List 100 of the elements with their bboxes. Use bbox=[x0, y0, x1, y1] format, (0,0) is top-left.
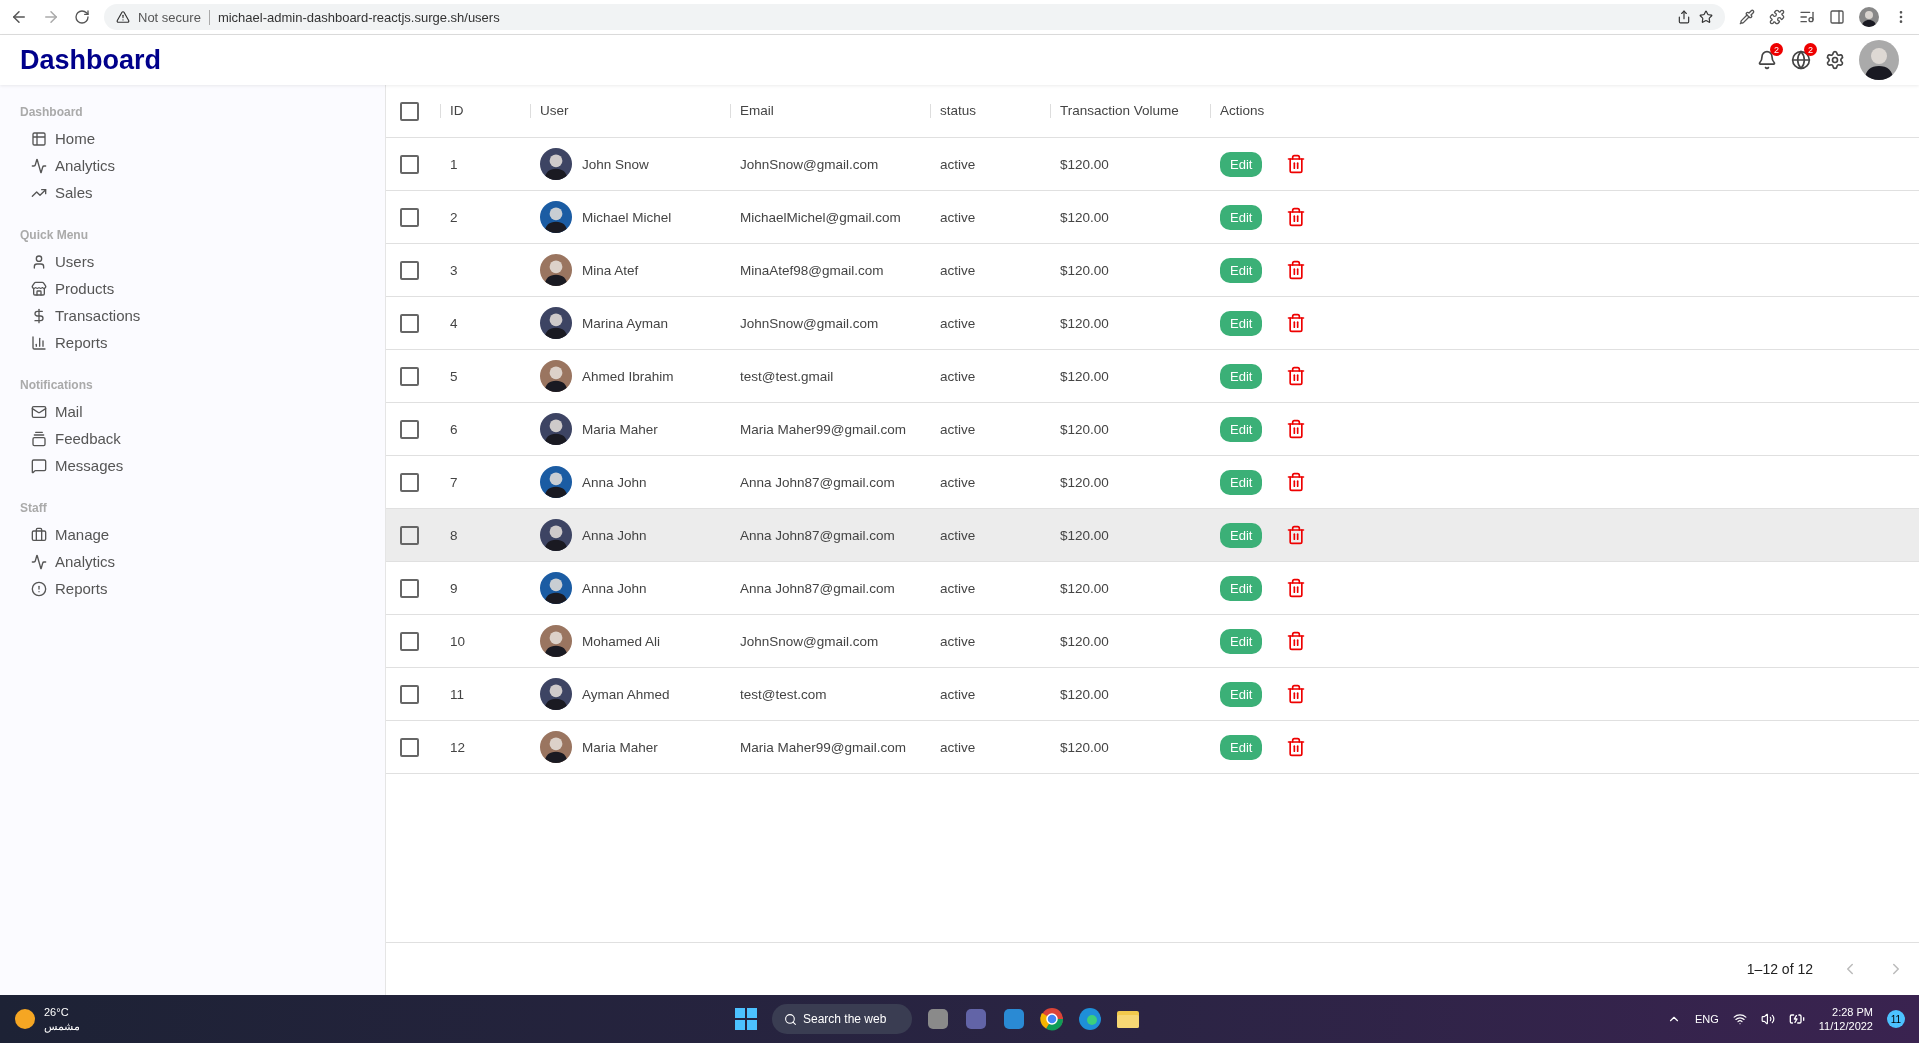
volume-icon[interactable] bbox=[1760, 1012, 1775, 1026]
sidebar-item[interactable]: Products bbox=[20, 275, 365, 302]
status-cell-text: active bbox=[939, 527, 977, 543]
delete-icon[interactable] bbox=[1286, 366, 1307, 386]
extensions-icon[interactable] bbox=[1769, 9, 1785, 25]
row-checkbox[interactable] bbox=[400, 313, 419, 333]
delete-icon[interactable] bbox=[1286, 737, 1307, 757]
settings-icon[interactable] bbox=[1825, 50, 1845, 70]
sidebar-item[interactable]: Reports bbox=[20, 329, 365, 356]
delete-icon[interactable] bbox=[1286, 419, 1307, 439]
column-header[interactable]: status bbox=[930, 104, 977, 118]
security-label: Not secure bbox=[138, 9, 210, 25]
user-avatar bbox=[540, 572, 572, 604]
row-checkbox[interactable] bbox=[400, 472, 419, 492]
wifi-icon[interactable] bbox=[1732, 1012, 1747, 1026]
id-cell-text: 5 bbox=[449, 368, 459, 384]
row-checkbox[interactable] bbox=[400, 154, 419, 174]
column-header[interactable]: Email bbox=[730, 104, 774, 118]
column-header[interactable]: Transaction Volume bbox=[1050, 104, 1179, 118]
volume-cell-text: $120.00 bbox=[1059, 633, 1110, 649]
back-icon[interactable] bbox=[10, 8, 28, 26]
sidebar-item[interactable]: Manage bbox=[20, 521, 365, 548]
sidebar-item[interactable]: Sales bbox=[20, 179, 365, 206]
id-cell-text: 8 bbox=[449, 527, 459, 543]
sidebar-item-icon bbox=[31, 334, 47, 351]
edge-browser-icon[interactable] bbox=[1078, 1007, 1102, 1031]
sidebar-item-icon bbox=[31, 307, 47, 324]
delete-icon[interactable] bbox=[1286, 260, 1307, 280]
column-header[interactable]: ID bbox=[440, 104, 464, 118]
media-icon[interactable] bbox=[1799, 9, 1815, 25]
language-indicator[interactable]: ENG bbox=[1694, 1013, 1719, 1025]
row-checkbox[interactable] bbox=[400, 366, 419, 386]
column-header[interactable]: Actions bbox=[1210, 104, 1265, 118]
chat-app-icon[interactable] bbox=[964, 1007, 988, 1031]
profile-avatar[interactable] bbox=[1859, 40, 1899, 80]
delete-icon[interactable] bbox=[1286, 525, 1307, 545]
row-checkbox[interactable] bbox=[400, 525, 419, 545]
sidebar-item-icon bbox=[31, 430, 47, 447]
row-checkbox[interactable] bbox=[400, 419, 419, 439]
email-cell-text: Anna John87@gmail.com bbox=[739, 474, 896, 490]
table-row[interactable]: 8 Anna John Anna John87@gmail.com active $120.00 Edit bbox=[386, 509, 1919, 562]
sidebar-item[interactable]: Analytics bbox=[20, 152, 365, 179]
sidebar-item[interactable]: Mail bbox=[20, 398, 365, 425]
status-cell-text: active bbox=[939, 580, 977, 596]
sidebar-section-title: Quick Menu bbox=[20, 228, 89, 242]
volume-cell-text: $120.00 bbox=[1059, 739, 1110, 755]
row-checkbox[interactable] bbox=[400, 578, 419, 598]
row-checkbox[interactable] bbox=[400, 684, 419, 704]
status-cell-text: active bbox=[939, 633, 977, 649]
reload-icon[interactable] bbox=[74, 9, 90, 25]
user-name: Ahmed Ibrahim bbox=[582, 368, 674, 384]
delete-icon[interactable] bbox=[1286, 684, 1307, 704]
sun-icon[interactable] bbox=[14, 1008, 36, 1030]
id-cell-text: 2 bbox=[449, 209, 459, 225]
sidebar-section-title: Notifications bbox=[20, 378, 94, 392]
user-avatar bbox=[540, 466, 572, 498]
browser-app-icon[interactable] bbox=[1040, 1007, 1064, 1031]
weather-text: مشمس bbox=[44, 1019, 80, 1033]
clock-date[interactable]: 11/12/2022 bbox=[1818, 1020, 1873, 1032]
code-editor-app-icon[interactable] bbox=[1002, 1007, 1026, 1031]
delete-icon[interactable] bbox=[1286, 578, 1307, 598]
row-checkbox[interactable] bbox=[400, 207, 419, 227]
status-cell-text: active bbox=[939, 686, 977, 702]
delete-icon[interactable] bbox=[1286, 313, 1307, 333]
delete-icon[interactable] bbox=[1286, 207, 1307, 227]
row-checkbox[interactable] bbox=[400, 737, 419, 757]
windows-start-icon[interactable] bbox=[734, 1007, 758, 1031]
sidebar-item[interactable]: Messages bbox=[20, 452, 365, 479]
sidebar-item[interactable]: Users bbox=[20, 248, 365, 275]
address-bar[interactable]: Not secure michael-admin-dashboard-reactjs.surge.sh/users bbox=[104, 4, 1725, 30]
notification-count[interactable]: 11 bbox=[1887, 1010, 1905, 1028]
sidebar-item[interactable]: Feedback bbox=[20, 425, 365, 452]
email-cell-text: MichaelMichel@gmail.com bbox=[739, 209, 902, 225]
sidebar-item[interactable]: Reports bbox=[20, 575, 365, 602]
sidebar-item-icon bbox=[31, 580, 47, 597]
delete-icon[interactable] bbox=[1286, 154, 1307, 174]
bookmark-star-icon[interactable] bbox=[1699, 10, 1713, 24]
sidebar-item[interactable]: Analytics bbox=[20, 548, 365, 575]
user-avatar bbox=[540, 360, 572, 392]
user-avatar bbox=[540, 254, 572, 286]
sidebar-item[interactable]: Home bbox=[20, 125, 365, 152]
clock-time[interactable]: 2:28 PM bbox=[1832, 1006, 1873, 1018]
sidebar-item[interactable]: Transactions bbox=[20, 302, 365, 329]
status-cell-text: active bbox=[939, 739, 977, 755]
task-view-icon[interactable] bbox=[926, 1007, 950, 1031]
side-panel-icon[interactable] bbox=[1829, 9, 1845, 25]
share-icon[interactable] bbox=[1677, 10, 1691, 24]
select-all-checkbox[interactable] bbox=[400, 101, 419, 121]
column-header[interactable]: User bbox=[530, 104, 569, 118]
row-checkbox[interactable] bbox=[400, 631, 419, 651]
browser-profile-avatar bbox=[1859, 7, 1879, 27]
taskbar-search[interactable]: Search the web bbox=[772, 1004, 912, 1034]
user-avatar bbox=[540, 413, 572, 445]
delete-icon[interactable] bbox=[1286, 472, 1307, 492]
pagination-text: 1–12 of 12 bbox=[1746, 961, 1813, 977]
delete-icon[interactable] bbox=[1286, 631, 1307, 651]
battery-icon[interactable] bbox=[1788, 1011, 1805, 1027]
pipette-icon[interactable] bbox=[1739, 9, 1755, 25]
row-checkbox[interactable] bbox=[400, 260, 419, 280]
status-cell-text: active bbox=[939, 368, 977, 384]
